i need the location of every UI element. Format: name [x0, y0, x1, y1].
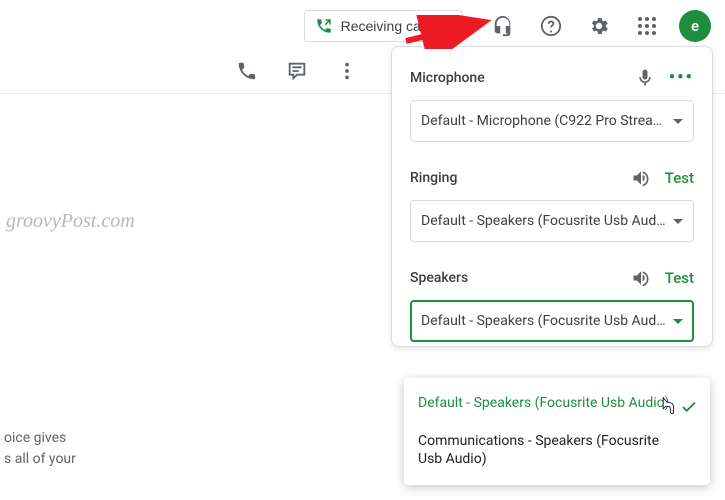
top-toolbar: Receiving calls e: [0, 0, 725, 48]
avatar-letter: e: [691, 17, 699, 35]
clipped-body-text: oice gives s all of your: [4, 428, 76, 470]
speakers-option-communications[interactable]: Communications - Speakers (Focusrite Usb…: [404, 422, 710, 478]
watermark: groovyPost.com: [6, 210, 135, 233]
speakers-option-default[interactable]: Default - Speakers (Focusrite Usb Audio): [404, 384, 710, 422]
apps-grid-icon[interactable]: [627, 6, 667, 46]
microphone-label: Microphone: [410, 70, 485, 86]
mic-icon: [635, 68, 655, 88]
caret-down-icon: [673, 219, 683, 224]
microphone-value: Default - Microphone (C922 Pro Strea…: [421, 113, 662, 129]
check-icon: [680, 398, 698, 421]
speakers-value: Default - Speakers (Focusrite Usb Aud…: [421, 313, 666, 329]
speakers-test-button[interactable]: Test: [665, 269, 694, 287]
speakers-dropdown: Default - Speakers (Focusrite Usb Audio)…: [404, 378, 710, 485]
ringing-select[interactable]: Default - Speakers (Focusrite Usb Aud…: [410, 200, 694, 242]
speaker-icon[interactable]: [631, 268, 651, 288]
phone-incoming-icon: [315, 17, 333, 35]
message-icon[interactable]: [279, 53, 315, 89]
audio-settings-panel: Microphone ••• Default - Microphone (C92…: [391, 46, 713, 347]
cursor-pointer-icon: [660, 396, 676, 416]
more-vert-icon[interactable]: [329, 53, 365, 89]
caret-down-icon: [673, 319, 683, 324]
speakers-label: Speakers: [410, 270, 468, 286]
ringing-value: Default - Speakers (Focusrite Usb Aud…: [421, 213, 666, 229]
caret-down-icon: [673, 119, 683, 124]
speaker-icon[interactable]: [631, 168, 651, 188]
call-icon[interactable]: [229, 53, 265, 89]
annotation-arrow: [402, 15, 502, 49]
mic-more-icon[interactable]: •••: [669, 67, 694, 88]
gear-icon[interactable]: [579, 6, 619, 46]
ringing-test-button[interactable]: Test: [665, 169, 694, 187]
speakers-select[interactable]: Default - Speakers (Focusrite Usb Aud…: [410, 300, 694, 342]
microphone-select[interactable]: Default - Microphone (C922 Pro Strea…: [410, 100, 694, 142]
avatar[interactable]: e: [679, 10, 711, 42]
help-icon[interactable]: [531, 6, 571, 46]
ringing-label: Ringing: [410, 170, 457, 186]
